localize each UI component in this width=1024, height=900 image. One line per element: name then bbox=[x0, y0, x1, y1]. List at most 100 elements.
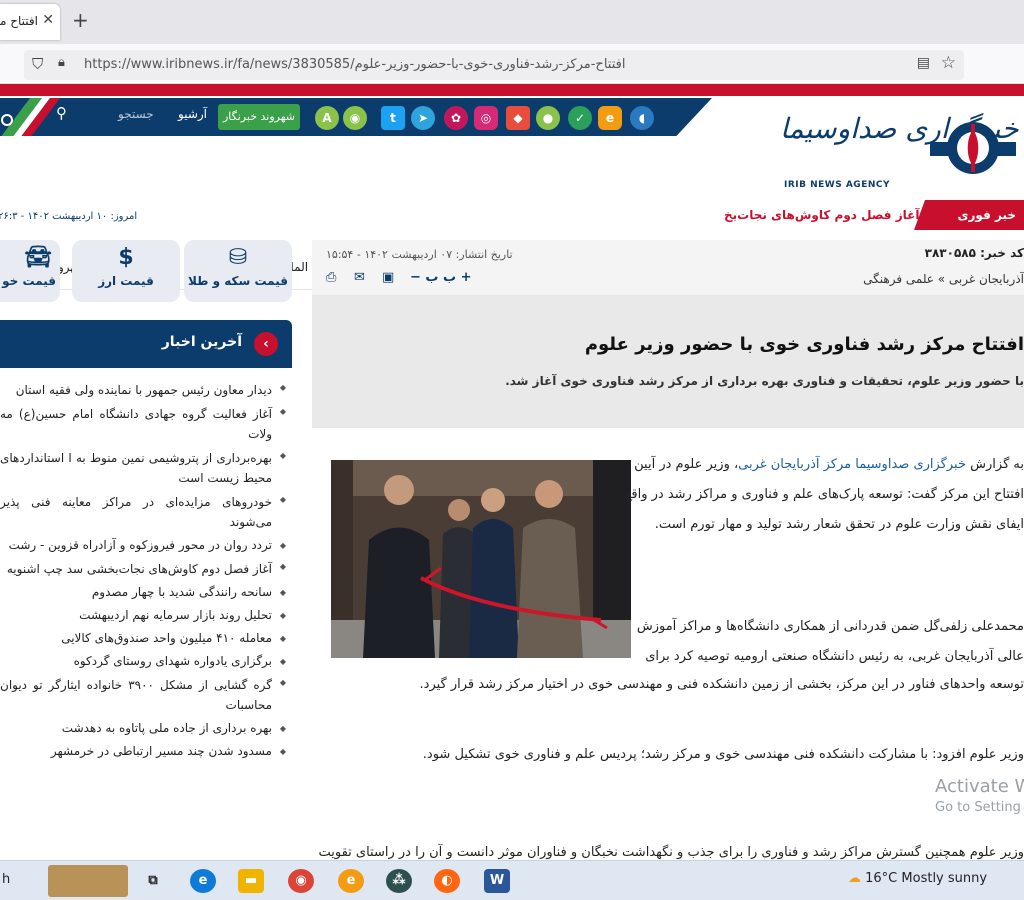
today-date: امروز: ۱۰ اردیبهشت ۱۴۰۲ - ۲۶:۳ bbox=[0, 211, 138, 222]
latest-news-item[interactable]: بهره‌برداری از پتروشیمی نمین منوط به ا ا… bbox=[0, 446, 286, 490]
latest-news-item[interactable]: خودروهای مزایده‌ای در مراکز معاینه فنی پ… bbox=[0, 490, 286, 534]
weather-widget[interactable]: ☁ 16°C Mostly sunny bbox=[848, 871, 987, 886]
paragraph-line: محمدعلی زلفی‌گل ضمن قدردانی از همکاری دا… bbox=[636, 619, 1024, 634]
word-icon[interactable]: W bbox=[484, 869, 510, 893]
android-icon[interactable]: A bbox=[315, 106, 339, 130]
search-highlight-image[interactable] bbox=[48, 865, 128, 897]
latest-news-item[interactable]: آغاز فصل دوم کاوش‌های نجات‌بخشی سد چپ اش… bbox=[0, 557, 286, 581]
telegram-icon[interactable]: ➤ bbox=[411, 106, 435, 130]
paragraph-line: توسعه واحدهای فناور در این مرکز، بخشی از… bbox=[419, 677, 1024, 692]
flag-graphic bbox=[0, 98, 60, 136]
breadcrumb[interactable]: آذربایجان غربی » علمی فرهنگی bbox=[863, 272, 1024, 286]
car-icon: 🚘︎ bbox=[24, 245, 52, 270]
site-header: ⚲ جستجو آرشیو شهروند خبرنگار A ◉ t ➤ ✿ ◎… bbox=[0, 96, 1024, 290]
email-icon[interactable]: ✉ bbox=[354, 270, 365, 285]
weather-cloud-icon: ☁ bbox=[848, 871, 861, 886]
chevron-left-icon[interactable]: ‹ bbox=[254, 332, 278, 356]
paragraph-line: عالی آذربایجان غربی، به رئیس دانشگاه صنع… bbox=[645, 649, 1024, 664]
latest-news-item[interactable]: سانحه رانندگی شدید با چهار مصدوم bbox=[0, 581, 286, 604]
search-icon[interactable]: ⚲ bbox=[56, 104, 67, 122]
edge-icon[interactable]: e bbox=[190, 869, 216, 893]
tab-title: افتتاح مرکز رشد فناوری خوی با حضور وزیر … bbox=[0, 14, 38, 28]
article-tools: ⎙ ✉ ▣ + ب ب − bbox=[326, 270, 486, 290]
file-explorer-icon[interactable]: ▬ bbox=[238, 869, 264, 893]
latest-news-item[interactable]: بهره برداری از جاده ملی پاتاوه به دهدشت bbox=[0, 717, 286, 740]
breaking-label: خبر فوری bbox=[914, 200, 1024, 230]
news-id: کد خبر: ۳۸۳۰۵۸۵ bbox=[924, 246, 1024, 260]
browser-tab[interactable]: افتتاح مرکز رشد فناوری خوی با حضور وزیر … bbox=[0, 4, 60, 40]
save-icon[interactable]: ▣ bbox=[382, 270, 394, 285]
weather-temp: 16°C bbox=[865, 871, 898, 886]
latest-news-item[interactable]: آغاز فعالیت گروه جهادی دانشگاه امام حسین… bbox=[0, 402, 286, 446]
rubika-icon[interactable]: ◆ bbox=[506, 106, 530, 130]
latest-news-item[interactable]: گره گشایی از مشکل ۳۹۰۰ خانواده ایثارگر ت… bbox=[0, 673, 286, 717]
latest-news-item[interactable]: تردد روان در محور فیروزکوه و آزادراه قزو… bbox=[0, 534, 286, 557]
font-size-tools[interactable]: + ب ب − bbox=[410, 270, 472, 285]
new-tab-icon[interactable]: + bbox=[72, 8, 89, 32]
latest-news-item[interactable]: برگزاری یادواره شهدای روستای گردکوه bbox=[0, 650, 286, 673]
print-icon[interactable]: ⎙ bbox=[326, 270, 336, 285]
article: کد خبر: ۳۸۳۰۵۸۵ تاریخ انتشار: ۰۷ اردیبهش… bbox=[312, 240, 1024, 860]
coins-icon: ⛁ bbox=[228, 245, 248, 270]
latest-news-list: دیدار معاون رئیس جمهور با نماینده ولی فق… bbox=[0, 378, 286, 763]
windows-taskbar: h ⧉ e ▬ ◉ e ⁂ ◐ W ☁ 16°C Mostly sunny bbox=[0, 860, 1024, 900]
archive-link[interactable]: آرشیو bbox=[178, 107, 207, 121]
coin-gold-price-button[interactable]: ⛁ قیمت سکه و طلا bbox=[184, 240, 292, 302]
latest-news-item[interactable]: دیدار معاون رئیس جمهور با نماینده ولی فق… bbox=[0, 378, 286, 402]
shield-icon[interactable]: ⛉ bbox=[32, 55, 43, 73]
app-icon[interactable]: ⁂ bbox=[386, 869, 412, 893]
paragraph-line: افتتاح این مرکز گفت: توسعه پارک‌های علم … bbox=[624, 487, 1024, 502]
task-view-icon[interactable]: ⧉ bbox=[140, 869, 166, 893]
breaking-news-bar: خبر فوری آغاز فصل دوم کاوش‌های نجات‌بخ ا… bbox=[0, 200, 1024, 230]
aparat-icon[interactable]: ✿ bbox=[444, 106, 468, 130]
text-run: به گزارش bbox=[970, 457, 1024, 472]
article-meta: کد خبر: ۳۸۳۰۵۸۵ تاریخ انتشار: ۰۷ اردیبهش… bbox=[312, 240, 1024, 296]
tab-bar: افتتاح مرکز رشد فناوری خوی با حضور وزیر … bbox=[0, 0, 1024, 44]
article-title-box: افتتاح مرکز رشد فناوری خوی با حضور وزیر … bbox=[312, 296, 1024, 428]
search-input[interactable]: جستجو bbox=[118, 107, 154, 121]
eitaa-desktop-icon[interactable]: e bbox=[338, 869, 364, 893]
chrome-icon[interactable]: ◉ bbox=[288, 869, 314, 893]
reader-view-icon[interactable]: ▤ bbox=[917, 55, 930, 71]
irib-emblem-logo[interactable] bbox=[926, 112, 1020, 184]
soroush-icon[interactable]: ✓ bbox=[568, 106, 592, 130]
instagram-icon[interactable]: ◎ bbox=[474, 106, 498, 130]
article-lead: با حضور وزیر علوم، تحقیقات و فناوری بهره… bbox=[505, 374, 1024, 388]
para1-line1-end: به گزارش خبرگزاری صداوسیما مرکز آذربایجا… bbox=[634, 454, 1024, 476]
latest-news-title: آخرین اخبار bbox=[161, 334, 242, 350]
close-tab-icon[interactable]: ✕ bbox=[42, 12, 54, 28]
igap-icon[interactable]: ◖ bbox=[630, 106, 654, 130]
widget-label: قیمت ارز bbox=[98, 274, 154, 288]
url-text[interactable]: https://www.iribnews.ir/fa/news/3830585/… bbox=[84, 57, 625, 72]
currency-price-button[interactable]: $ قیمت ارز bbox=[72, 240, 180, 302]
taskbar-search[interactable]: h bbox=[2, 872, 10, 887]
latest-news-item[interactable]: معامله ۴۱۰ میلیون واحد صندوق‌های کالایی bbox=[0, 627, 286, 650]
address-bar[interactable]: ⛉ 🔒︎ https://www.iribnews.ir/fa/news/383… bbox=[24, 50, 964, 80]
weather-text: Mostly sunny bbox=[901, 871, 988, 886]
article-photo[interactable] bbox=[331, 460, 631, 658]
eitaa-icon[interactable]: e bbox=[598, 106, 622, 130]
activate-windows-title: Activate W bbox=[935, 776, 1024, 797]
latest-news-item[interactable]: تحلیل روند بازار سرمایه نهم اردیبهشت bbox=[0, 604, 286, 627]
latest-news-header: ‹ آخرین اخبار bbox=[0, 320, 292, 368]
firefox-icon[interactable]: ◐ bbox=[434, 869, 460, 893]
bale-icon[interactable]: ● bbox=[536, 106, 560, 130]
site-logo-subtitle: IRIB NEWS AGENCY bbox=[784, 180, 890, 190]
source-link[interactable]: خبرگزاری صداوسیما مرکز آذربایجان غربی bbox=[738, 457, 966, 472]
header-toolbar: ⚲ جستجو آرشیو شهروند خبرنگار A ◉ t ➤ ✿ ◎… bbox=[0, 98, 712, 136]
bookmark-star-icon[interactable]: ☆ bbox=[941, 53, 956, 73]
car-price-button[interactable]: 🚘︎ قیمت خو bbox=[0, 240, 60, 302]
lock-icon[interactable]: 🔒︎ bbox=[58, 55, 65, 70]
widget-label: قیمت خو bbox=[2, 274, 56, 288]
breaking-headline[interactable]: آغاز فصل دوم کاوش‌های نجات‌بخ bbox=[724, 208, 919, 222]
latest-news-item[interactable]: مسدود شدن چند مسیر ارتباطی در خرمشهر bbox=[0, 740, 286, 763]
dollar-icon: $ bbox=[118, 245, 134, 270]
text-run: ، وزیر علوم در آیین bbox=[634, 457, 739, 472]
publish-date: تاریخ انتشار: ۰۷ اردیبهشت ۱۴۰۲ - ۱۵:۵۴ bbox=[326, 248, 513, 261]
top-red-strip bbox=[0, 84, 1024, 96]
citizen-reporter-button[interactable]: شهروند خبرنگار bbox=[218, 104, 300, 130]
apple-icon[interactable]: ◉ bbox=[343, 106, 367, 130]
paragraph-line: ایفای نقش وزارت علوم در تحقق شعار رشد تو… bbox=[654, 517, 1024, 532]
twitter-icon[interactable]: t bbox=[381, 106, 405, 130]
price-widgets: ⛁ قیمت سکه و طلا $ قیمت ارز 🚘︎ قیمت خو bbox=[0, 240, 292, 304]
